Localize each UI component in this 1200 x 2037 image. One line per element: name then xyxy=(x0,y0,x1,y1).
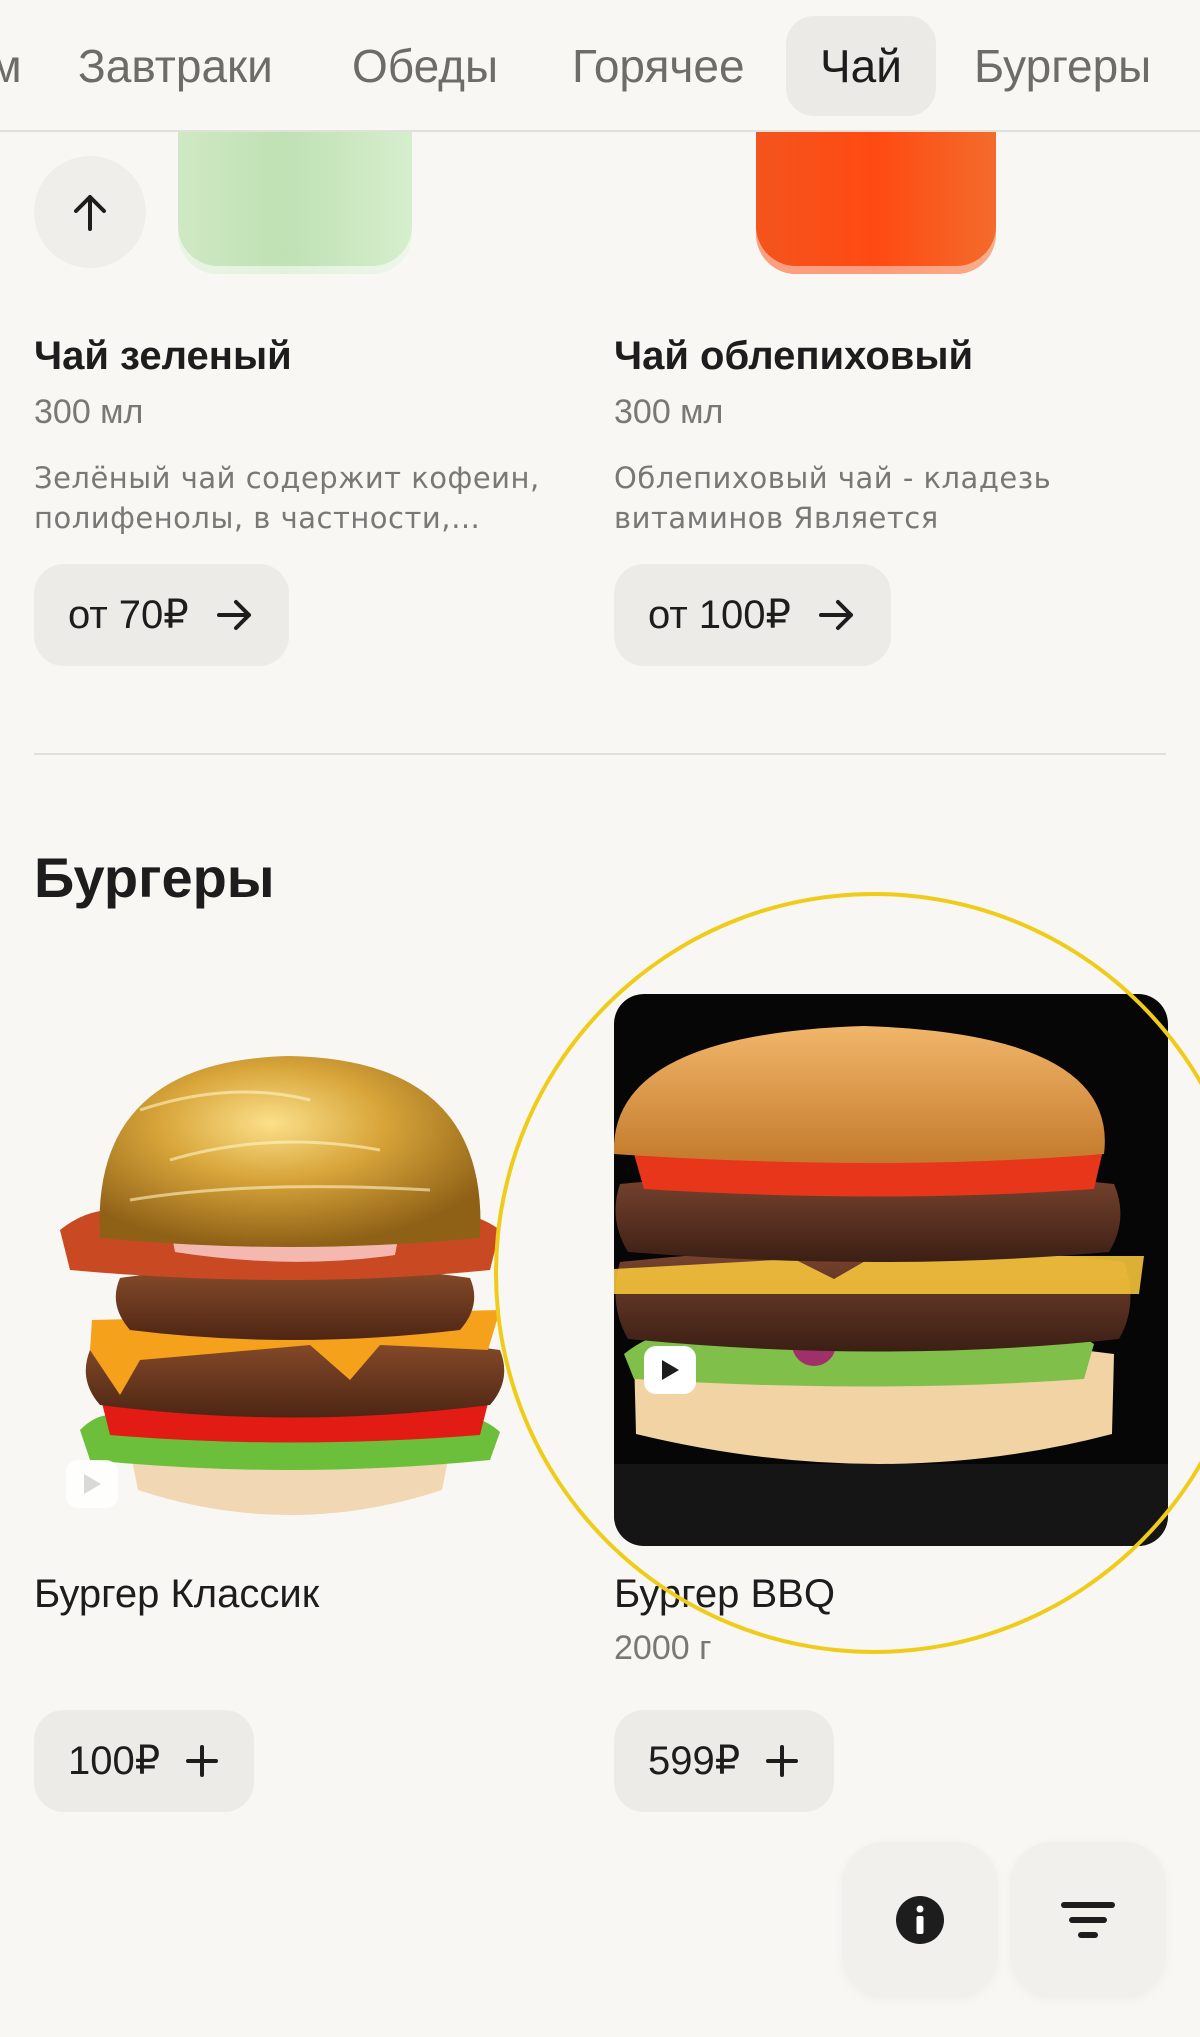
product-title: Чай облепиховый xyxy=(614,334,974,378)
product-title: Бургер BBQ xyxy=(614,1572,835,1616)
burger-card-classic[interactable]: Бургер Классик xyxy=(34,1572,319,1617)
plus-icon xyxy=(766,1745,799,1777)
arrow-up-icon xyxy=(74,195,106,231)
burger-classic-image[interactable] xyxy=(50,1020,530,1546)
burger-bbq-add-button[interactable]: 599₽ xyxy=(614,1710,835,1812)
tea-card-green[interactable]: Чай зеленый 300 мл Зелёный чай содержит … xyxy=(34,334,564,538)
menu-page: м Завтраки Обеды Горячее Чай Бургеры Чай… xyxy=(0,0,1200,2037)
info-button[interactable] xyxy=(842,1842,998,1998)
product-volume: 300 мл xyxy=(34,393,144,431)
sea-buckthorn-tea-image[interactable] xyxy=(756,132,996,274)
play-icon[interactable] xyxy=(66,1460,118,1508)
price-label: от 70₽ xyxy=(68,593,189,637)
burger-classic-add-button[interactable]: 100₽ xyxy=(34,1710,255,1812)
filter-button[interactable] xyxy=(1010,1842,1166,1998)
product-description: Облепиховый чай - кладезь витаминов Явля… xyxy=(614,461,1052,535)
tab-breakfasts[interactable]: Завтраки xyxy=(44,16,307,116)
tab-tea[interactable]: Чай xyxy=(786,16,936,116)
green-tea-image[interactable] xyxy=(178,132,412,274)
burger-card-bbq[interactable]: Бургер BBQ 2000 г xyxy=(614,1572,835,1668)
product-title: Чай зеленый xyxy=(34,334,292,378)
play-icon[interactable] xyxy=(644,1346,696,1394)
section-title-burgers: Бургеры xyxy=(34,846,275,909)
price-label: от 100₽ xyxy=(648,593,791,637)
section-divider xyxy=(34,753,1166,755)
price-label: 100₽ xyxy=(68,1739,161,1783)
tea-card-sea-buckthorn[interactable]: Чай облепиховый 300 мл Облепиховый чай -… xyxy=(614,334,1144,538)
arrow-right-icon xyxy=(216,600,251,630)
plus-icon xyxy=(186,1745,219,1777)
product-title: Бургер Классик xyxy=(34,1572,320,1616)
price-label: 599₽ xyxy=(648,1739,741,1783)
product-weight: 2000 г xyxy=(614,1629,712,1667)
burger-classic-illustration xyxy=(60,1056,505,1515)
product-volume: 300 мл xyxy=(614,393,724,431)
filter-icon xyxy=(1061,1902,1115,1938)
arrow-right-icon xyxy=(819,600,853,630)
sea-buckthorn-tea-price-button[interactable]: от 100₽ xyxy=(614,564,891,666)
category-tabs: м Завтраки Обеды Горячее Чай Бургеры xyxy=(0,0,1200,132)
tab-lunches[interactable]: Обеды xyxy=(318,16,532,116)
scroll-top-button[interactable] xyxy=(34,156,146,268)
burger-bbq-image[interactable] xyxy=(614,994,1168,1546)
info-icon xyxy=(896,1896,944,1944)
burger-bbq-illustration xyxy=(614,1026,1168,1546)
green-tea-price-button[interactable]: от 70₽ xyxy=(34,564,289,666)
tab-hot-dishes[interactable]: Горячее xyxy=(538,16,779,116)
tab-burgers[interactable]: Бургеры xyxy=(940,16,1185,116)
product-description: Зелёный чай содержит кофеин, полифенолы,… xyxy=(34,461,540,535)
